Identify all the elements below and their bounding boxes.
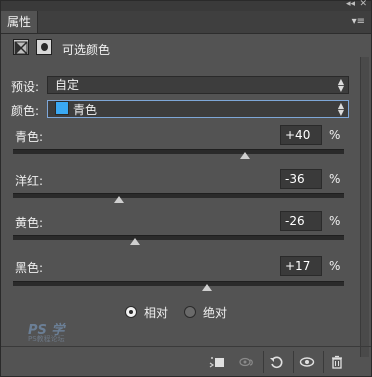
view-previous-glyph: [239, 357, 253, 367]
color-row: 颜色: 青色 ▲ ▼: [1, 100, 371, 120]
footer-divider: [263, 351, 264, 373]
preset-label: 预设:: [11, 80, 40, 94]
footer-divider: [323, 351, 324, 373]
magenta-slider-thumb[interactable]: [113, 196, 124, 203]
yellow-slider-thumb[interactable]: [130, 238, 141, 245]
yellow-value-input[interactable]: -26: [280, 211, 322, 231]
yellow-label: 黄色:: [15, 216, 44, 230]
radio-selected-icon: [125, 306, 137, 318]
clip-glyph: [209, 357, 224, 368]
preset-row: 预设: 自定 ▲ ▼: [1, 76, 371, 96]
radio-unselected-icon: [184, 306, 196, 318]
cyan-slider-thumb[interactable]: [239, 152, 250, 159]
mask-icon[interactable]: [36, 39, 52, 55]
footer-divider: [293, 351, 294, 373]
adjustment-glyph: [14, 41, 28, 55]
reset-glyph: [270, 356, 283, 369]
eye-icon[interactable]: [299, 354, 315, 370]
adjustment-layer-icon[interactable]: [13, 39, 29, 55]
tab-properties[interactable]: 属性: [1, 11, 38, 33]
black-slider-thumb[interactable]: [201, 284, 212, 291]
black-label: 黑色:: [15, 261, 44, 275]
color-value: 青色: [73, 103, 98, 117]
magenta-percent-label: %: [329, 172, 341, 186]
eye-glyph: [299, 357, 315, 367]
watermark-sub: PS教程论坛: [28, 335, 65, 343]
panel-footer: [1, 346, 371, 377]
absolute-label: 绝对: [203, 306, 228, 320]
cyan-label: 青色:: [15, 130, 44, 144]
adjustment-header: 可选颜色: [1, 34, 371, 64]
preset-value: 自定: [55, 78, 80, 92]
view-previous-icon[interactable]: [239, 354, 255, 370]
trash-icon[interactable]: [329, 354, 345, 370]
close-icon[interactable]: ✕: [359, 0, 367, 9]
properties-panel: ◂◂ ✕ 属性 ▾≡ 可选颜色 预设: 自定 ▲ ▼ 颜色: 青色 ▲ ▼ 青色…: [0, 0, 372, 377]
select-arrows-icon: ▲ ▼: [337, 101, 344, 117]
magenta-label: 洋红:: [15, 174, 44, 188]
scrollbar[interactable]: [360, 57, 369, 357]
yellow-percent-label: %: [329, 214, 341, 228]
black-percent-label: %: [329, 259, 341, 273]
color-swatch: [55, 101, 69, 115]
double-chevron-icon[interactable]: ◂◂: [346, 0, 355, 9]
cyan-value-input[interactable]: +40: [280, 125, 322, 145]
cyan-slider-track[interactable]: [13, 149, 344, 154]
panel-menu-icon[interactable]: ▾≡: [352, 16, 365, 27]
tab-strip: 属性 ▾≡: [1, 11, 371, 34]
black-value-input[interactable]: +17: [280, 256, 322, 276]
trash-glyph: [332, 355, 342, 369]
clip-to-layer-icon[interactable]: [209, 354, 225, 370]
color-label: 颜色:: [11, 104, 40, 118]
magenta-slider-track[interactable]: [13, 193, 344, 198]
black-slider-track[interactable]: [13, 281, 344, 286]
yellow-slider-track[interactable]: [13, 235, 344, 240]
color-select[interactable]: 青色 ▲ ▼: [47, 100, 349, 118]
mask-dot: [41, 43, 48, 51]
adjustment-title: 可选颜色: [62, 43, 111, 57]
reset-icon[interactable]: [269, 354, 285, 370]
select-arrows-icon: ▲ ▼: [337, 77, 344, 93]
panel-top-bar: ◂◂ ✕: [1, 0, 371, 11]
preset-select[interactable]: 自定 ▲ ▼: [47, 76, 349, 94]
magenta-value-input[interactable]: -36: [280, 169, 322, 189]
relative-label: 相对: [144, 306, 169, 320]
cyan-percent-label: %: [329, 128, 341, 142]
